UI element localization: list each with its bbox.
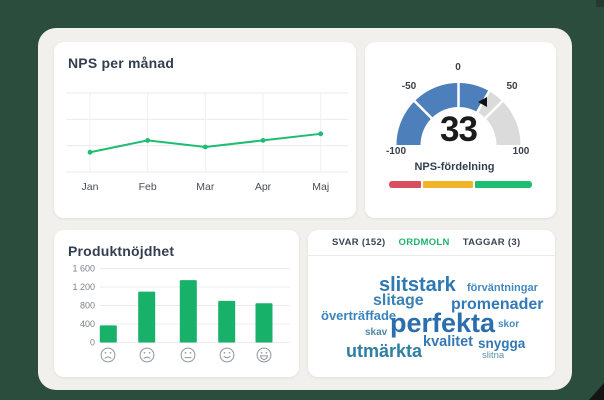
wordcloud-word[interactable]: perfekta [390,310,495,337]
wordcloud-word[interactable]: utmärkta [346,342,422,360]
product-satisfaction-card: Produktnöjdhet 0 400 800 1 200 1 600 [54,230,299,377]
line-point [260,138,266,143]
distribution-segment-promoters [475,181,532,188]
nps-line-card: NPS per månad Jan Feb Mar Apr Maj [54,42,356,218]
wordcloud-word[interactable]: överträffade [321,309,396,322]
emoji-neutral-icon [180,347,196,363]
nps-line-chart: Jan Feb Mar Apr Maj [66,92,348,193]
cursor-corner-artifact [589,383,604,400]
wordcloud-word[interactable]: förväntningar [467,283,538,294]
word-cloud-tabbar: SVAR (152) ORDMOLN TAGGAR (3) [308,230,555,256]
month-label: Maj [312,181,329,193]
satisfaction-bar [99,325,117,343]
wordcloud-word[interactable]: snygga [478,337,525,351]
month-label: Mar [196,181,215,193]
month-label: Apr [255,181,272,193]
satisfaction-bar [218,300,236,343]
wordcloud-word[interactable]: slitage [373,293,424,309]
emoji-happy-icon [219,347,235,363]
tab-taggar-3[interactable]: TAGGAR (3) [463,237,521,248]
wordcloud-word[interactable]: skav [365,328,387,338]
gauge-tick-label: 0 [455,62,461,73]
distribution-segment-detractors [389,181,421,188]
word-cloud: slitstark förväntningar slitage promenader ö… [308,256,555,377]
emoji-very-sad-icon [100,347,116,363]
line-point [318,131,324,137]
gauge-tick-label: -100 [385,146,407,157]
satisfaction-bar [179,280,197,343]
tab-svar-152[interactable]: SVAR (152) [332,237,386,248]
emoji-very-happy-icon [256,347,272,363]
bar-ytick-label: 1 200 [72,282,95,292]
wordcloud-word[interactable]: skor [498,320,519,330]
tab-ordmoln[interactable]: ORDMOLN [399,237,450,248]
line-point [87,149,93,155]
wordcloud-word[interactable]: kvalitet [423,335,473,350]
month-label: Jan [82,181,99,193]
bar-ytick-label: 1 600 [72,264,95,274]
bar-ytick-label: 800 [80,301,95,311]
distribution-segment-passives [422,181,474,188]
line-point [202,144,208,150]
gauge-tick-label: 50 [506,81,518,92]
word-cloud-card: SVAR (152) ORDMOLN TAGGAR (3) slitstark för… [308,230,555,377]
line-point [145,138,151,143]
bar-ytick-label: 400 [80,319,95,329]
dashboard-panel: NPS per månad Jan Feb Mar Apr Maj 33 -100 -50… [38,28,572,390]
emoji-sad-icon [139,347,155,363]
month-label: Feb [139,181,157,193]
nps-gauge-card: 33 -100 -50 0 50 100 NPS-fördelning [365,42,556,218]
satisfaction-emoji-row [54,347,299,365]
screen-corner-artifact-top [596,0,604,7]
gauge-distribution-label: NPS-fördelning [414,161,495,173]
wordcloud-word[interactable]: slitna [482,351,504,361]
gauge-tick-label: -50 [401,81,417,92]
satisfaction-bar [138,291,156,343]
gauge-value: 33 [440,110,478,149]
nps-distribution-bar [389,181,532,188]
gauge-tick-label: 100 [512,146,530,157]
bar-ytick-label: 0 [90,338,95,348]
satisfaction-bar [255,303,273,343]
